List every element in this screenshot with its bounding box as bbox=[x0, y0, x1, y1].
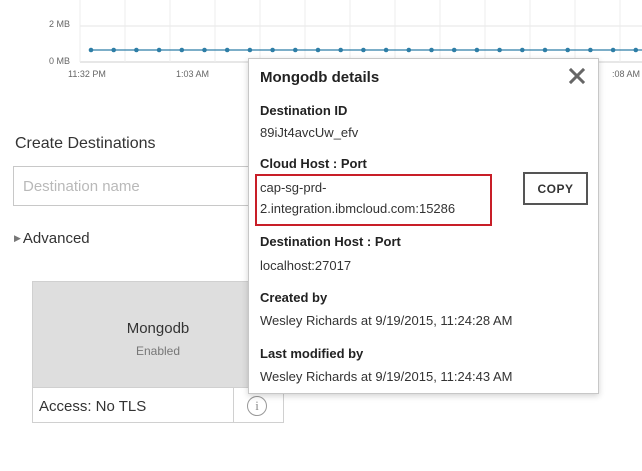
data-point bbox=[179, 47, 185, 53]
data-point bbox=[315, 47, 321, 53]
last-modified-label: Last modified by bbox=[260, 346, 364, 361]
chart-grid bbox=[79, 0, 642, 63]
destination-name: Mongodb bbox=[126, 320, 190, 337]
chart-series bbox=[88, 47, 642, 53]
data-point bbox=[361, 47, 366, 53]
details-popup: Mongodb details Destination ID 89iJt4avc… bbox=[248, 58, 599, 394]
data-point bbox=[429, 47, 434, 53]
cloud-host-line: cap-sg-prd- bbox=[260, 180, 327, 195]
y-tick-label: 2 MB bbox=[48, 19, 70, 29]
data-point bbox=[270, 47, 275, 53]
last-modified-value: Wesley Richards at 9/19/2015, 11:24:43 A… bbox=[260, 369, 513, 384]
advanced-toggle[interactable]: ▶ Advanced bbox=[14, 230, 90, 247]
data-point bbox=[474, 47, 480, 53]
cloud-host-label: Cloud Host : Port bbox=[260, 156, 367, 171]
data-point bbox=[88, 47, 94, 53]
x-tick-label: 1:03 AM bbox=[176, 69, 210, 79]
created-by-label: Created by bbox=[260, 290, 328, 305]
data-point bbox=[497, 47, 502, 53]
data-point bbox=[406, 47, 412, 53]
expand-triangle-icon: ▶ bbox=[14, 233, 21, 243]
advanced-label: Advanced bbox=[22, 230, 90, 247]
info-icon[interactable]: i bbox=[247, 396, 267, 416]
create-destinations-heading: Create Destinations bbox=[15, 135, 156, 152]
destination-card-footer: Access: No TLS i bbox=[33, 387, 283, 423]
popup-title: Mongodb details bbox=[260, 69, 380, 86]
data-point bbox=[111, 47, 116, 53]
y-tick-label: 0 MB bbox=[48, 56, 70, 66]
data-point bbox=[633, 47, 639, 53]
data-point bbox=[338, 47, 344, 53]
cloud-host-line: 2.integration.ibmcloud.com:15286 bbox=[260, 201, 456, 216]
divider bbox=[233, 388, 234, 423]
data-point bbox=[383, 47, 389, 53]
x-tick-label: :08 AM bbox=[612, 69, 641, 79]
data-point bbox=[520, 47, 525, 53]
destination-card-header[interactable]: Mongodb Enabled bbox=[33, 282, 283, 387]
x-tick-label: 11:32 PM bbox=[68, 69, 106, 79]
destination-id-label: Destination ID bbox=[260, 103, 348, 118]
data-point bbox=[247, 47, 253, 53]
access-label: Access: No TLS bbox=[39, 398, 147, 415]
data-point bbox=[542, 47, 548, 53]
data-point bbox=[202, 47, 207, 53]
created-by-value: Wesley Richards at 9/19/2015, 11:24:28 A… bbox=[260, 313, 513, 328]
data-point bbox=[293, 47, 298, 53]
data-point bbox=[451, 47, 457, 53]
data-point bbox=[588, 47, 593, 53]
data-point bbox=[224, 47, 230, 53]
destination-card: Mongodb Enabled Access: No TLS i bbox=[32, 281, 284, 423]
destination-id-value: 89iJt4avcUw_efv bbox=[260, 125, 359, 140]
copy-button[interactable]: COPY bbox=[523, 172, 588, 205]
data-point bbox=[610, 47, 616, 53]
destination-host-label: Destination Host : Port bbox=[260, 234, 401, 249]
close-icon[interactable] bbox=[567, 66, 587, 86]
destination-host-value: localhost:27017 bbox=[260, 258, 352, 273]
destination-status: Enabled bbox=[135, 344, 181, 358]
data-point bbox=[156, 47, 162, 53]
data-point bbox=[134, 47, 139, 53]
data-point bbox=[565, 47, 570, 53]
destination-name-input[interactable] bbox=[13, 166, 273, 206]
cloud-host-value: cap-sg-prd- 2.integration.ibmcloud.com:1… bbox=[260, 177, 455, 219]
